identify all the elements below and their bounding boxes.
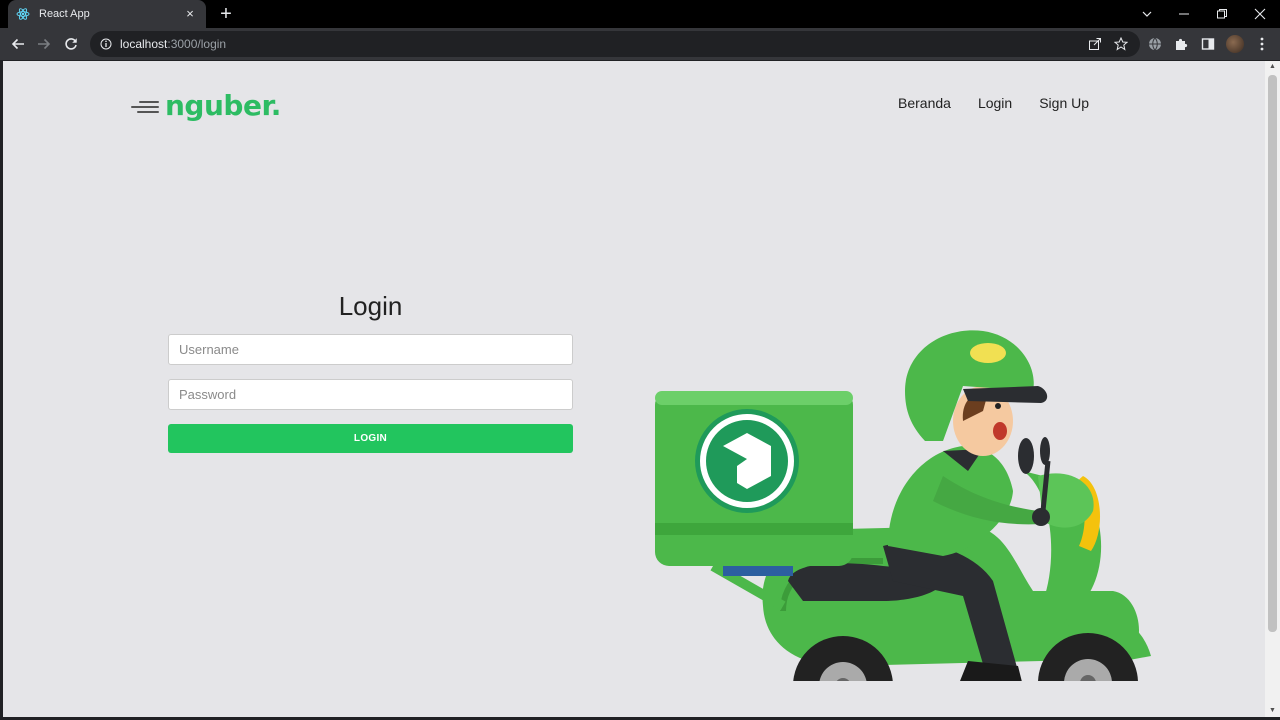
url-path: :3000/login xyxy=(167,37,227,51)
delivery-scooter-illustration xyxy=(655,330,1151,681)
site-logo[interactable]: nguber. xyxy=(129,89,281,122)
forward-arrow-icon[interactable] xyxy=(32,32,56,56)
page-scrollbar[interactable]: ▲ ▼ xyxy=(1265,61,1280,717)
avatar xyxy=(1226,35,1244,53)
browser-titlebar: React App × + xyxy=(0,0,1280,28)
minimize-icon[interactable] xyxy=(1165,0,1203,28)
info-icon[interactable] xyxy=(100,38,112,50)
scroll-down-icon[interactable]: ▼ xyxy=(1268,706,1277,716)
username-field[interactable] xyxy=(168,334,573,365)
page-viewport: nguber. Beranda Login Sign Up Login LOGI… xyxy=(3,61,1265,717)
main-nav: Beranda Login Sign Up xyxy=(898,95,1089,111)
login-form: Login LOGIN xyxy=(168,291,573,453)
browser-toolbar: localhost:3000/login xyxy=(0,28,1280,60)
logo-wordmark: nguber. xyxy=(165,89,281,122)
nav-link-login[interactable]: Login xyxy=(978,95,1012,111)
tab-search-icon[interactable] xyxy=(1128,0,1166,28)
scrollbar-thumb[interactable] xyxy=(1268,75,1277,632)
browser-tab[interactable]: React App × xyxy=(8,0,206,28)
globe-extension-icon[interactable] xyxy=(1143,32,1167,56)
back-arrow-icon[interactable] xyxy=(6,32,30,56)
reload-icon[interactable] xyxy=(59,32,83,56)
page-title: Login xyxy=(338,291,403,321)
share-icon[interactable] xyxy=(1084,32,1106,56)
menu-kebab-icon[interactable] xyxy=(1250,32,1274,56)
puzzle-icon[interactable] xyxy=(1169,32,1193,56)
login-button[interactable]: LOGIN xyxy=(168,424,573,453)
star-icon[interactable] xyxy=(1110,32,1132,56)
react-logo-icon xyxy=(16,7,30,21)
nav-link-signup[interactable]: Sign Up xyxy=(1039,95,1089,111)
tab-close-icon[interactable]: × xyxy=(182,6,198,22)
nav-link-beranda[interactable]: Beranda xyxy=(898,95,951,111)
close-window-icon[interactable] xyxy=(1241,0,1279,28)
side-panel-icon[interactable] xyxy=(1196,32,1220,56)
address-bar[interactable]: localhost:3000/login xyxy=(90,31,1140,57)
url-host: localhost xyxy=(120,37,168,51)
password-field[interactable] xyxy=(168,379,573,410)
speed-lines-icon xyxy=(129,96,159,116)
scroll-up-icon[interactable]: ▲ xyxy=(1268,62,1277,72)
restore-icon[interactable] xyxy=(1203,0,1241,28)
profile-avatar[interactable] xyxy=(1223,32,1247,56)
new-tab-button[interactable]: + xyxy=(216,4,236,24)
tab-title: React App xyxy=(39,8,90,20)
